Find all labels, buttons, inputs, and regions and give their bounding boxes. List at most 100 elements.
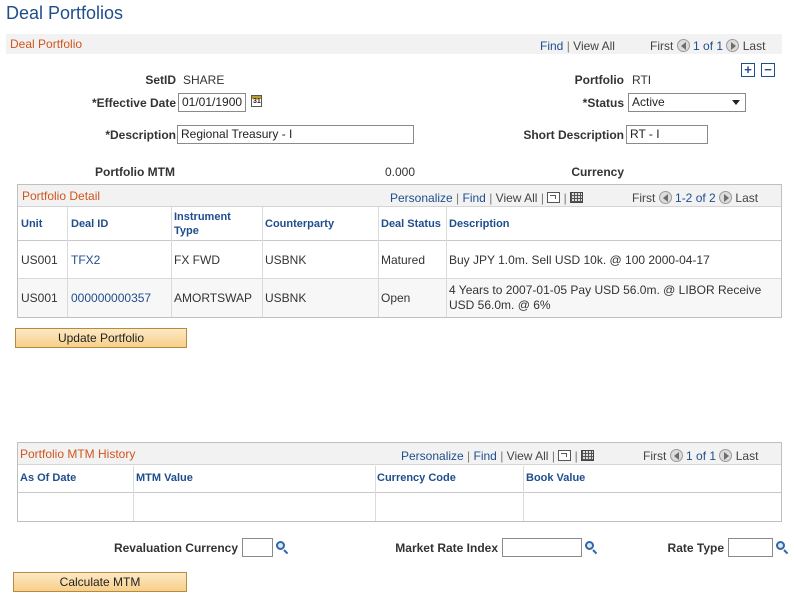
row2-counterparty: USBNK: [265, 291, 307, 305]
market-rate-index-input[interactable]: [502, 538, 582, 557]
column-header-deal-id[interactable]: Deal ID: [71, 218, 108, 230]
last-label: Last: [735, 191, 759, 205]
status-select[interactable]: Active: [628, 93, 746, 112]
setid-label: SetID: [145, 73, 176, 87]
find-link[interactable]: Find: [463, 191, 486, 205]
portfolio-mtm-value: 0.000: [385, 165, 416, 179]
new-window-icon[interactable]: [558, 450, 572, 461]
status-selected-value: Active: [632, 95, 665, 109]
page-title: Deal Portfolios: [6, 3, 124, 23]
add-row-icon[interactable]: +: [741, 63, 755, 77]
nav-separator: |: [456, 191, 460, 205]
currency-label: Currency: [571, 165, 624, 179]
delete-row-icon[interactable]: −: [761, 63, 775, 77]
row1-instrument-type: FX FWD: [174, 253, 220, 267]
chevron-down-icon: [732, 100, 740, 105]
view-all-link[interactable]: View All: [507, 449, 549, 463]
column-divider: [378, 207, 379, 317]
rate-type-input[interactable]: [728, 538, 773, 557]
instrument-type-line2: Type: [174, 225, 199, 237]
column-header-mtm-value[interactable]: MTM Value: [136, 472, 193, 484]
find-link[interactable]: Find: [540, 39, 563, 53]
update-portfolio-button[interactable]: Update Portfolio: [15, 328, 187, 348]
column-divider: [446, 207, 447, 317]
row1-unit: US001: [21, 253, 58, 267]
download-grid-icon[interactable]: [581, 450, 595, 461]
row1-counterparty: USBNK: [265, 253, 307, 267]
first-label: First: [632, 191, 656, 205]
portfolio-detail-title: Portfolio Detail: [22, 189, 101, 203]
calculate-mtm-button[interactable]: Calculate MTM: [13, 572, 187, 592]
row2-deal-id-link[interactable]: 000000000357: [71, 291, 151, 305]
status-label: *Status: [582, 96, 624, 110]
column-header-instrument-type[interactable]: Instrument Type: [174, 210, 231, 238]
last-label: Last: [735, 449, 759, 463]
market-rate-index-label: Market Rate Index: [395, 541, 498, 555]
personalize-link[interactable]: Personalize: [390, 191, 453, 205]
search-icon[interactable]: [585, 541, 598, 555]
previous-icon[interactable]: [658, 191, 672, 204]
column-divider: [133, 466, 134, 521]
page-range: 1 of 1: [693, 39, 724, 53]
row1-deal-status: Matured: [381, 253, 426, 267]
revaluation-currency-input[interactable]: [242, 538, 273, 557]
column-divider: [67, 207, 68, 317]
column-header-currency-code[interactable]: Currency Code: [377, 472, 456, 484]
row2-instrument-type: AMORTSWAP: [174, 291, 253, 305]
portfolio-value: RTI: [632, 73, 652, 87]
portfolio-mtm-label: Portfolio MTM: [95, 165, 175, 179]
mtm-history-pager: First 1 of 1 Last: [643, 449, 758, 463]
new-window-icon[interactable]: [547, 192, 561, 203]
mtm-history-nav: Personalize | Find | View All | |: [401, 449, 595, 463]
nav-separator: |: [551, 449, 555, 463]
personalize-link[interactable]: Personalize: [401, 449, 464, 463]
next-icon[interactable]: [726, 39, 740, 52]
short-description-label: Short Description: [523, 128, 624, 142]
next-icon[interactable]: [719, 191, 733, 204]
next-icon[interactable]: [719, 449, 733, 462]
find-link[interactable]: Find: [474, 449, 497, 463]
first-label: First: [643, 449, 667, 463]
search-icon[interactable]: [276, 541, 289, 555]
portfolio-label: Portfolio: [574, 73, 624, 87]
nav-separator: |: [489, 191, 493, 205]
previous-icon[interactable]: [676, 39, 690, 52]
column-divider: [375, 466, 376, 521]
revaluation-currency-label: Revaluation Currency: [113, 541, 238, 555]
nav-separator: |: [574, 449, 578, 463]
calendar-icon[interactable]: 31: [251, 95, 262, 107]
row1-deal-id-link[interactable]: TFX2: [71, 253, 100, 267]
view-all-link[interactable]: View All: [496, 191, 538, 205]
short-description-input[interactable]: RT - I: [626, 125, 708, 144]
row2-description-line1: 4 Years to 2007-01-05 Pay USD 56.0m. @ L…: [449, 283, 762, 297]
description-label: *Description: [105, 128, 176, 142]
column-header-deal-status[interactable]: Deal Status: [381, 218, 441, 230]
row1-description: Buy JPY 1.0m. Sell USD 10k. @ 100 2000-0…: [449, 253, 710, 267]
column-divider: [171, 207, 172, 317]
search-icon[interactable]: [776, 541, 789, 555]
rate-type-label: Rate Type: [667, 541, 724, 555]
row2-deal-status: Open: [381, 291, 411, 305]
column-header-as-of-date[interactable]: As Of Date: [20, 472, 76, 484]
deal-portfolio-title: Deal Portfolio: [10, 37, 83, 51]
column-header-book-value[interactable]: Book Value: [526, 472, 585, 484]
portfolio-detail-pager: First 1-2 of 2 Last: [632, 191, 758, 205]
download-grid-icon[interactable]: [570, 192, 584, 203]
nav-separator: |: [566, 39, 570, 53]
mtm-history-title: Portfolio MTM History: [20, 447, 136, 461]
effective-date-label: *Effective Date: [91, 96, 176, 110]
deal-portfolio-nav: Find | View All: [540, 39, 615, 53]
nav-separator: |: [467, 449, 471, 463]
nav-separator: |: [500, 449, 504, 463]
nav-separator: |: [540, 191, 544, 205]
portfolio-detail-nav: Personalize | Find | View All | |: [390, 191, 584, 205]
effective-date-input[interactable]: 01/01/1900: [178, 93, 246, 112]
row2-description-line2: USD 56.0m. @ 6%: [449, 298, 551, 312]
last-label: Last: [742, 39, 766, 53]
column-header-unit[interactable]: Unit: [21, 218, 42, 230]
previous-icon[interactable]: [669, 449, 683, 462]
column-header-description[interactable]: Description: [449, 218, 510, 230]
description-input[interactable]: Regional Treasury - I: [177, 125, 414, 144]
view-all-link[interactable]: View All: [573, 39, 615, 53]
column-header-counterparty[interactable]: Counterparty: [265, 218, 334, 230]
